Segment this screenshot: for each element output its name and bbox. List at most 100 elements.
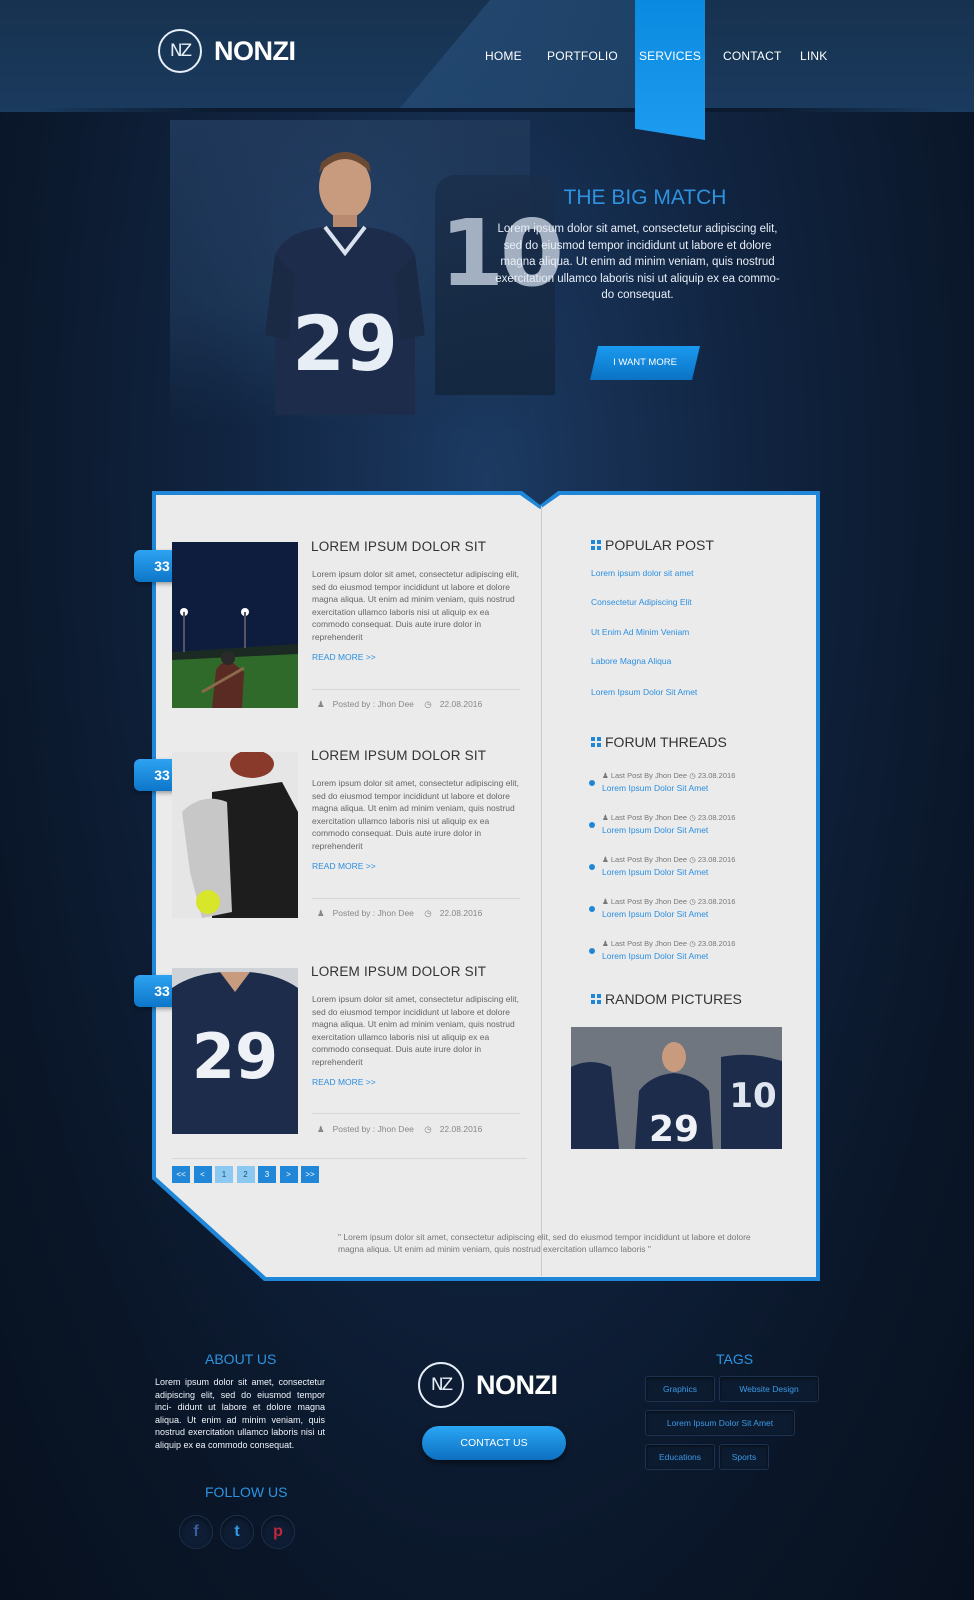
thread-meta: ♟ Last Post By Jhon Dee ◷ 23.08.2016 xyxy=(602,939,736,948)
thread-author: Last Post By Jhon Dee xyxy=(610,939,688,948)
nav-contact[interactable]: CONTACT xyxy=(723,0,800,112)
tag-website-design[interactable]: Website Design xyxy=(719,1376,819,1402)
about-us-title: ABOUT US xyxy=(205,1351,277,1367)
thread-author: Last Post By Jhon Dee xyxy=(610,855,688,864)
facebook-icon[interactable]: f xyxy=(179,1515,213,1549)
about-us-text: Lorem ipsum dolor sit amet, consectetur … xyxy=(155,1377,325,1450)
clock-icon: ◷ xyxy=(424,908,432,918)
popular-post-link[interactable]: Lorem Ipsum Dolor Sit Amet xyxy=(591,687,697,697)
read-more-link[interactable]: READ MORE >> xyxy=(312,1077,376,1087)
pagination-next[interactable]: > xyxy=(279,1166,298,1183)
thread-date: 23.08.2016 xyxy=(697,813,736,822)
i-want-more-button[interactable]: I WANT MORE xyxy=(590,346,700,380)
random-picture-bg-number: 10 xyxy=(729,1076,776,1116)
bullet-dot xyxy=(589,780,595,786)
thread-date: 23.08.2016 xyxy=(697,855,736,864)
forum-threads-heading: FORUM THREADS xyxy=(591,734,727,750)
hero-text: Lorem ipsum dolor sit amet, consectetur … xyxy=(495,223,780,301)
logo-text: NONZI xyxy=(214,35,296,66)
read-more-link[interactable]: READ MORE >> xyxy=(312,652,376,662)
post-meta-divider xyxy=(312,1113,520,1114)
pagination-divider xyxy=(172,1158,527,1159)
post-meta-divider xyxy=(312,898,520,899)
post-image-baseball-field[interactable] xyxy=(172,542,298,708)
pagination-last[interactable]: >> xyxy=(301,1166,319,1183)
pagination-first[interactable]: << xyxy=(172,1166,190,1183)
post-image-softball-player[interactable] xyxy=(172,752,298,918)
read-more-link[interactable]: READ MORE >> xyxy=(312,861,376,871)
random-picture-jersey-number: 29 xyxy=(649,1109,699,1149)
footer-logo-text: NONZI xyxy=(476,1369,558,1400)
post-meta: ♟ Posted by : Jhon Dee ◷ 22.08.2016 xyxy=(317,1124,490,1135)
footer-logo-mark-icon: NZ xyxy=(418,1362,464,1408)
post-meta: ♟ Posted by : Jhon Dee ◷ 22.08.2016 xyxy=(317,908,490,919)
pagination-page-3[interactable]: 3 xyxy=(258,1166,276,1183)
random-picture[interactable]: 10 29 xyxy=(571,1027,782,1149)
main-nav: HOME PORTFOLIO SERVICES CONTACT LINK xyxy=(470,0,840,140)
column-divider xyxy=(541,506,542,1276)
tag-sports[interactable]: Sports xyxy=(719,1444,769,1470)
hero-title: THE BIG MATCH xyxy=(563,186,727,209)
tag-lorem-ipsum[interactable]: Lorem Ipsum Dolor Sit Amet xyxy=(645,1410,795,1436)
post-meta: ♟ Posted by : Jhon Dee ◷ 22.08.2016 xyxy=(317,699,490,710)
nav-portfolio[interactable]: PORTFOLIO xyxy=(547,0,635,112)
pinterest-icon[interactable]: p xyxy=(261,1515,295,1549)
user-icon: ♟ xyxy=(317,699,325,709)
user-icon: ♟ xyxy=(317,1124,325,1134)
popular-post-heading: POPULAR POST xyxy=(591,537,714,553)
thread-link[interactable]: Lorem Ipsum Dolor Sit Amet xyxy=(602,867,708,877)
thread-meta: ♟ Last Post By Jhon Dee ◷ 23.08.2016 xyxy=(602,855,736,864)
thread-date: 23.08.2016 xyxy=(697,939,736,948)
popular-post-link[interactable]: Lorem ipsum dolor sit amet xyxy=(591,568,694,578)
popular-post-title: POPULAR POST xyxy=(605,537,714,553)
thread-meta: ♟ Last Post By Jhon Dee ◷ 23.08.2016 xyxy=(602,771,736,780)
post-date: 22.08.2016 xyxy=(439,1124,483,1134)
post-author: Posted by : Jhon Dee xyxy=(332,699,414,709)
nav-services-active[interactable]: SERVICES xyxy=(635,0,705,140)
popular-post-link[interactable]: Consectetur Adipiscing Elit xyxy=(591,597,692,607)
thread-meta: ♟ Last Post By Jhon Dee ◷ 23.08.2016 xyxy=(602,897,736,906)
post-image-football-jersey[interactable]: 29 xyxy=(172,968,298,1134)
tag-educations[interactable]: Educations xyxy=(645,1444,715,1470)
pagination-prev[interactable]: < xyxy=(193,1166,212,1183)
thread-author: Last Post By Jhon Dee xyxy=(610,897,688,906)
thread-date: 23.08.2016 xyxy=(697,897,736,906)
logo-mark-icon: NZ xyxy=(158,29,202,73)
popular-post-link[interactable]: Ut Enim Ad Minim Veniam xyxy=(591,627,689,637)
post-excerpt: Lorem ipsum dolor sit amet, consectetur … xyxy=(312,778,519,851)
forum-threads-title: FORUM THREADS xyxy=(605,734,727,750)
post-author: Posted by : Jhon Dee xyxy=(332,1124,414,1134)
clock-icon: ◷ xyxy=(424,1124,432,1134)
post-date: 22.08.2016 xyxy=(439,699,483,709)
thread-link[interactable]: Lorem Ipsum Dolor Sit Amet xyxy=(602,909,708,919)
pagination-page-2[interactable]: 2 xyxy=(236,1166,255,1183)
pagination: << < 1 2 3 > >> xyxy=(172,1166,323,1183)
nav-home[interactable]: HOME xyxy=(485,0,547,112)
grid-icon xyxy=(591,540,601,550)
post-author: Posted by : Jhon Dee xyxy=(332,908,414,918)
bullet-dot xyxy=(589,822,595,828)
random-pictures-heading: RANDOM PICTURES xyxy=(591,991,742,1007)
grid-icon xyxy=(591,994,601,1004)
popular-post-link[interactable]: Labore Magna Aliqua xyxy=(591,656,671,666)
thread-date: 23.08.2016 xyxy=(697,771,736,780)
pagination-page-1[interactable]: 1 xyxy=(215,1166,233,1183)
nav-link[interactable]: LINK xyxy=(800,0,840,112)
tags-title: TAGS xyxy=(716,1351,754,1367)
post-title[interactable]: LOREM IPSUM DOLOR SIT xyxy=(311,748,486,763)
post-title[interactable]: LOREM IPSUM DOLOR SIT xyxy=(311,964,486,979)
quote-text: " Lorem ipsum dolor sit amet, consectetu… xyxy=(338,1232,751,1254)
thread-link[interactable]: Lorem Ipsum Dolor Sit Amet xyxy=(602,783,708,793)
footer-logo[interactable]: NZ NONZI xyxy=(418,1362,558,1408)
twitter-icon[interactable]: t xyxy=(220,1515,254,1549)
post-excerpt: Lorem ipsum dolor sit amet, consectetur … xyxy=(312,994,519,1067)
tag-graphics[interactable]: Graphics xyxy=(645,1376,715,1402)
post-jersey-number: 29 xyxy=(192,1020,278,1093)
thread-link[interactable]: Lorem Ipsum Dolor Sit Amet xyxy=(602,825,708,835)
site-logo[interactable]: NZ NONZI xyxy=(158,29,296,73)
post-title[interactable]: LOREM IPSUM DOLOR SIT xyxy=(311,539,486,554)
grid-icon xyxy=(591,737,601,747)
contact-us-button[interactable]: CONTACT US xyxy=(422,1426,566,1460)
thread-link[interactable]: Lorem Ipsum Dolor Sit Amet xyxy=(602,951,708,961)
post-meta-divider xyxy=(312,689,520,690)
